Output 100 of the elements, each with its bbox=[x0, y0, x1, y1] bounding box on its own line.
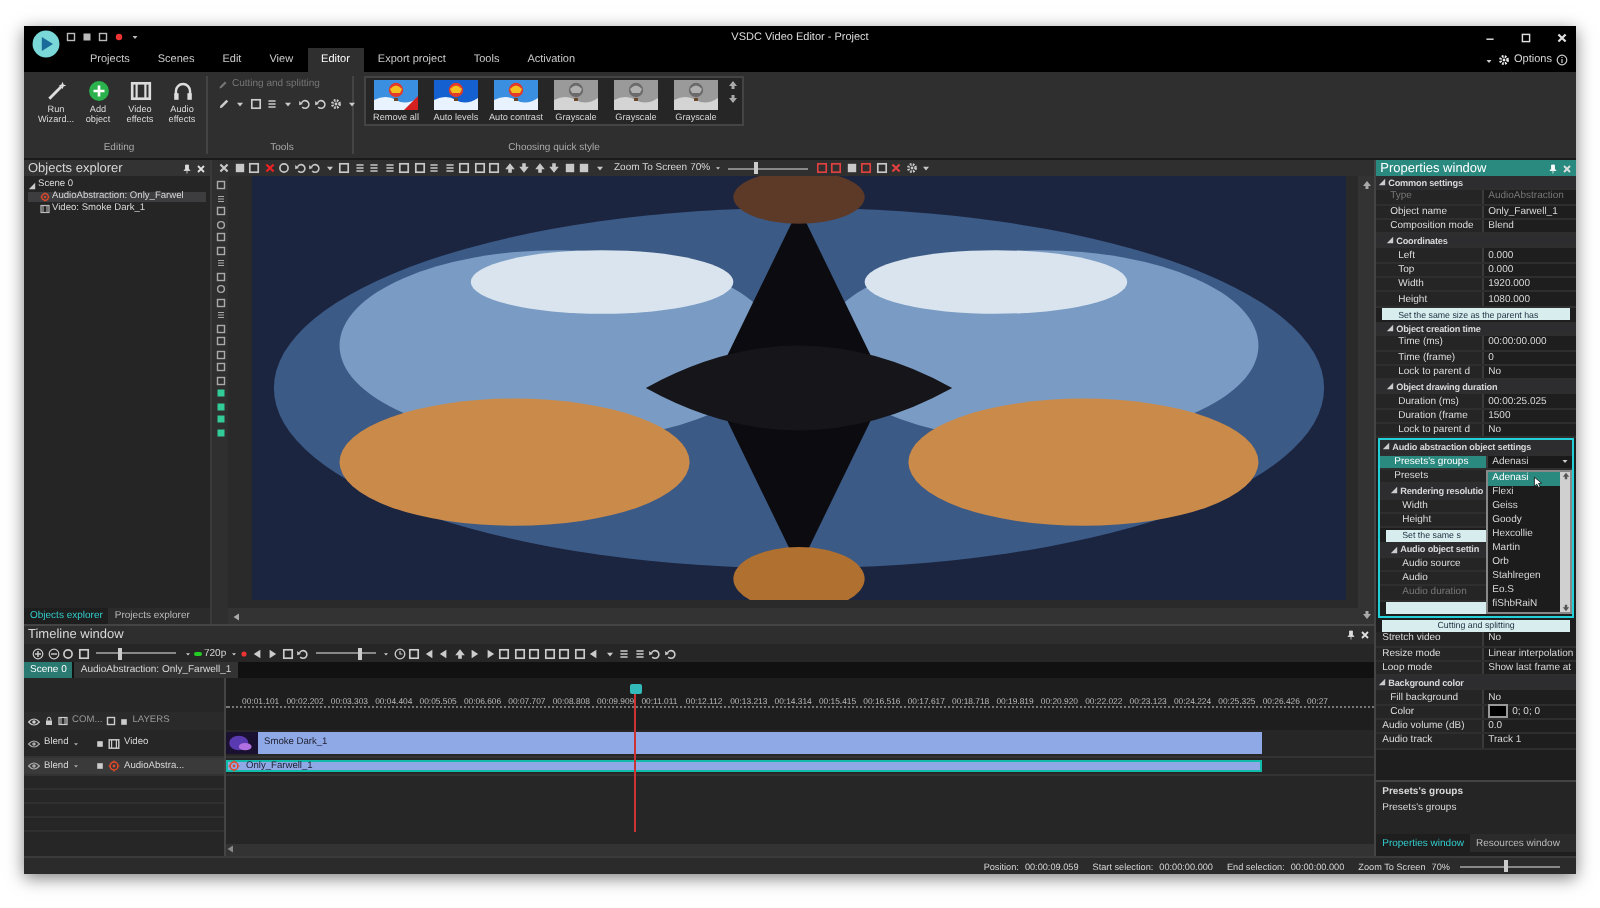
scrollbar[interactable] bbox=[1560, 471, 1570, 612]
arrow-up-icon[interactable] bbox=[1361, 180, 1372, 190]
close-icon[interactable] bbox=[1556, 31, 1568, 43]
dot-icon[interactable] bbox=[114, 32, 124, 42]
circle-icon[interactable] bbox=[62, 647, 74, 659]
list-icon[interactable] bbox=[383, 162, 395, 174]
target-icon[interactable] bbox=[108, 760, 120, 772]
square-icon[interactable] bbox=[215, 349, 225, 359]
arrow-down-icon[interactable] bbox=[728, 94, 738, 104]
caret-icon[interactable] bbox=[234, 98, 246, 110]
square-icon[interactable] bbox=[250, 98, 262, 110]
square-icon[interactable] bbox=[96, 739, 104, 747]
lock-icon[interactable] bbox=[44, 716, 54, 726]
square-icon[interactable] bbox=[215, 388, 225, 398]
cross-icon[interactable] bbox=[218, 162, 230, 174]
caret-icon[interactable] bbox=[130, 32, 140, 42]
eye-icon[interactable] bbox=[28, 760, 40, 772]
arrow-down-icon[interactable] bbox=[1361, 610, 1372, 620]
info-icon[interactable] bbox=[1556, 54, 1568, 66]
square-icon[interactable] bbox=[215, 245, 225, 255]
square-icon[interactable] bbox=[215, 232, 225, 242]
square-icon[interactable] bbox=[77, 647, 89, 659]
square-icon[interactable] bbox=[573, 647, 586, 659]
square-icon[interactable] bbox=[398, 162, 410, 174]
list-icon[interactable] bbox=[368, 162, 380, 174]
square-icon[interactable] bbox=[233, 162, 245, 174]
caret-icon[interactable] bbox=[1484, 55, 1495, 65]
square-icon[interactable] bbox=[578, 162, 590, 174]
square-icon[interactable] bbox=[215, 401, 225, 411]
caret-icon[interactable] bbox=[1560, 456, 1570, 467]
square-icon[interactable] bbox=[215, 180, 225, 190]
wand-icon[interactable] bbox=[45, 80, 67, 102]
square-icon[interactable] bbox=[563, 162, 575, 174]
list-icon[interactable] bbox=[215, 258, 225, 268]
film-icon[interactable] bbox=[40, 204, 50, 214]
playhead-handle[interactable] bbox=[629, 684, 642, 694]
arrow-down-icon[interactable] bbox=[518, 162, 530, 174]
square-icon[interactable] bbox=[96, 762, 104, 770]
pin-icon[interactable] bbox=[182, 163, 192, 173]
zoom-out-icon[interactable] bbox=[47, 647, 59, 659]
list-icon[interactable] bbox=[215, 193, 225, 203]
settings-icon[interactable] bbox=[330, 98, 342, 110]
caret-icon[interactable] bbox=[382, 649, 391, 657]
pin-icon[interactable] bbox=[1346, 630, 1357, 640]
square-icon[interactable] bbox=[98, 32, 108, 42]
list-icon[interactable] bbox=[266, 98, 278, 110]
square-icon[interactable] bbox=[82, 32, 92, 42]
square-icon[interactable] bbox=[66, 32, 76, 42]
film-icon[interactable] bbox=[58, 716, 68, 726]
square-icon[interactable] bbox=[498, 647, 511, 659]
arrow-down-icon[interactable] bbox=[548, 162, 560, 174]
square-icon[interactable] bbox=[473, 162, 485, 174]
square-icon[interactable] bbox=[458, 162, 470, 174]
square-icon[interactable] bbox=[215, 375, 225, 385]
headphones-icon[interactable] bbox=[171, 80, 193, 102]
close-icon[interactable] bbox=[1360, 630, 1371, 640]
add-icon[interactable] bbox=[87, 80, 109, 102]
square-icon[interactable] bbox=[528, 647, 541, 659]
film-icon[interactable] bbox=[129, 80, 151, 102]
list-icon[interactable] bbox=[618, 647, 631, 659]
caret-icon[interactable] bbox=[229, 649, 238, 657]
list-icon[interactable] bbox=[353, 162, 365, 174]
maximize-icon[interactable] bbox=[1520, 31, 1532, 43]
square-icon[interactable] bbox=[845, 162, 858, 174]
eye-icon[interactable] bbox=[28, 737, 40, 749]
caret-icon[interactable] bbox=[183, 649, 191, 657]
time-ruler[interactable] bbox=[226, 678, 1375, 730]
expand-icon[interactable] bbox=[1382, 442, 1391, 451]
square-icon[interactable] bbox=[408, 647, 421, 659]
clock-icon[interactable] bbox=[393, 647, 406, 659]
undo-icon[interactable] bbox=[296, 647, 309, 659]
square-icon[interactable] bbox=[215, 362, 225, 372]
square-icon[interactable] bbox=[248, 162, 260, 174]
arrow-up-icon[interactable] bbox=[533, 162, 545, 174]
arrow-up-icon[interactable] bbox=[453, 647, 466, 659]
zoom-in-icon[interactable] bbox=[32, 647, 44, 659]
square-icon[interactable] bbox=[513, 647, 526, 659]
arrow-down-icon[interactable] bbox=[1561, 603, 1569, 612]
square-icon[interactable] bbox=[215, 336, 225, 346]
eye-icon[interactable] bbox=[28, 715, 40, 727]
arrow-up-icon[interactable] bbox=[728, 80, 738, 90]
caret-icon[interactable] bbox=[346, 98, 358, 110]
dot-icon[interactable] bbox=[240, 649, 249, 657]
square-icon[interactable] bbox=[215, 297, 225, 307]
list-icon[interactable] bbox=[633, 647, 646, 659]
square-icon[interactable] bbox=[215, 323, 225, 333]
square-icon[interactable] bbox=[215, 206, 225, 216]
color-swatch[interactable] bbox=[1488, 704, 1509, 719]
square-icon[interactable] bbox=[106, 716, 117, 726]
square-icon[interactable] bbox=[215, 427, 225, 437]
settings-icon[interactable] bbox=[905, 162, 918, 174]
arrow-up-icon[interactable] bbox=[503, 162, 515, 174]
square-icon[interactable] bbox=[281, 647, 294, 659]
square-icon[interactable] bbox=[338, 162, 350, 174]
close-icon[interactable] bbox=[196, 163, 206, 173]
square-icon[interactable] bbox=[215, 414, 225, 424]
square-icon[interactable] bbox=[543, 647, 556, 659]
square-icon[interactable] bbox=[215, 271, 225, 281]
circle-icon[interactable] bbox=[215, 219, 225, 229]
list-icon[interactable] bbox=[443, 162, 455, 174]
